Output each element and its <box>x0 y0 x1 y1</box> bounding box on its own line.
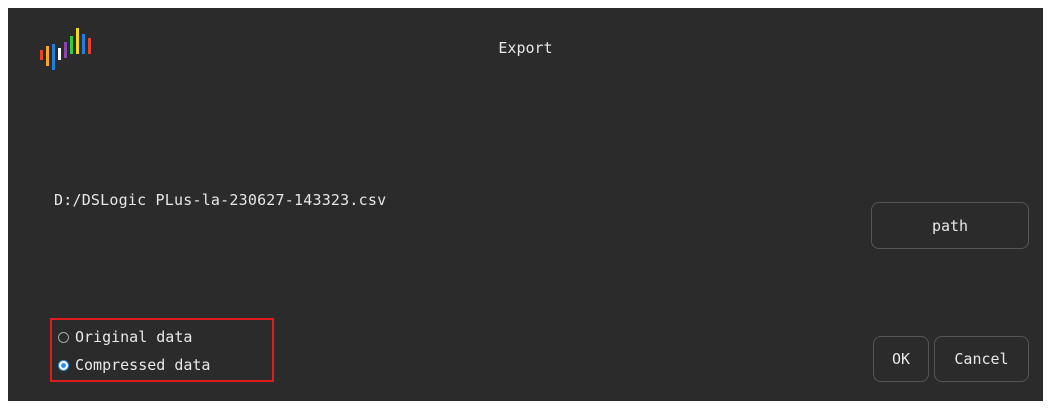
dialog-title: Export <box>498 39 553 57</box>
original-data-label: Original data <box>75 328 193 346</box>
cancel-button[interactable]: Cancel <box>934 336 1029 382</box>
ok-button[interactable]: OK <box>873 336 929 382</box>
data-format-radio-group: Original data Compressed data <box>50 318 274 382</box>
export-dialog: Export D:/DSLogic PLus-la-230627-143323.… <box>8 8 1043 401</box>
radio-unchecked-icon[interactable] <box>58 331 69 343</box>
path-button[interactable]: path <box>871 202 1029 249</box>
export-file-path: D:/DSLogic PLus-la-230627-143323.csv <box>54 191 387 209</box>
radio-checked-icon[interactable] <box>58 359 69 371</box>
compressed-data-label: Compressed data <box>75 356 211 374</box>
original-data-option[interactable]: Original data <box>58 328 192 346</box>
compressed-data-option[interactable]: Compressed data <box>58 356 210 374</box>
